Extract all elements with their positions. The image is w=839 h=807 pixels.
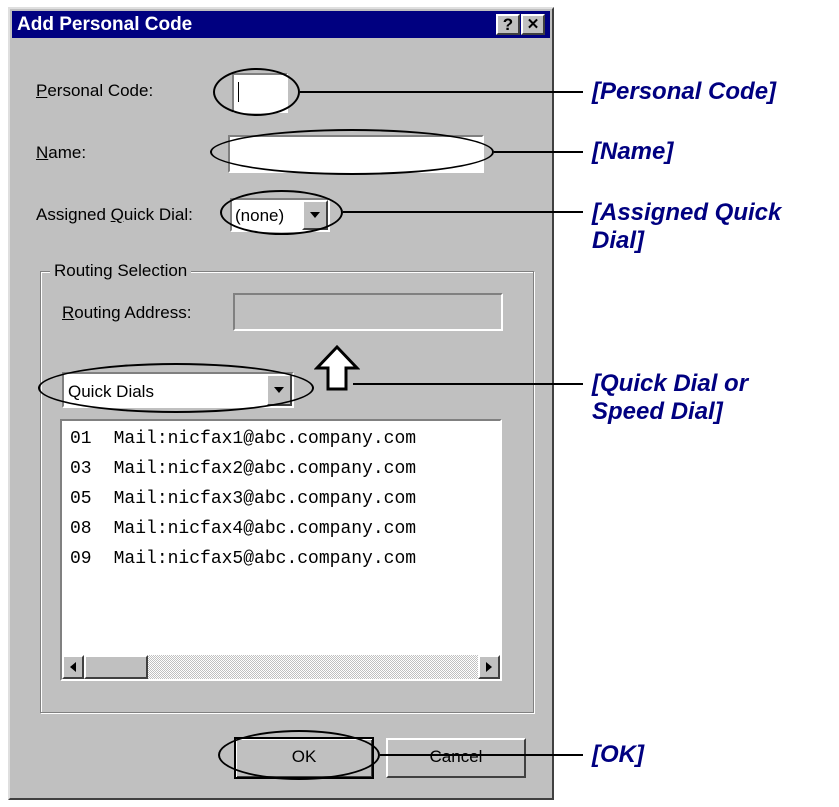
callout-dial-list-line1: [Quick Dial or <box>592 370 749 397</box>
callout-dial-list-line2: Speed Dial] <box>592 398 723 425</box>
callout-ok: [OK] <box>592 741 644 768</box>
callout-dial-list: [Quick Dial or Speed Dial] <box>592 370 748 426</box>
callout-quick-dial: [Assigned Quick Dial] <box>592 199 781 255</box>
callout-quick-dial-line2: Dial] <box>592 227 645 254</box>
callout-quick-dial-line1: [Assigned Quick <box>592 199 782 226</box>
callout-name: [Name] <box>592 138 674 165</box>
callout-personal-code: [Personal Code] <box>592 78 777 105</box>
